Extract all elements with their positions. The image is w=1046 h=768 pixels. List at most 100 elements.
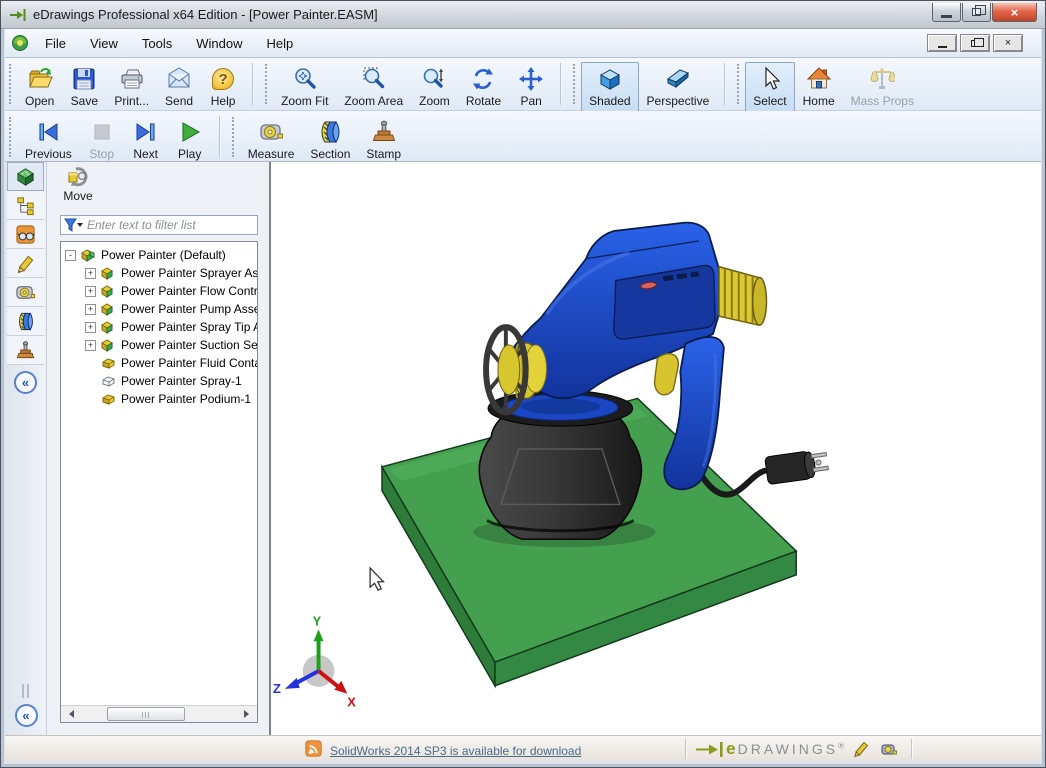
tab-find[interactable] bbox=[7, 220, 44, 249]
measure-button[interactable]: Measure bbox=[240, 115, 303, 165]
home-button[interactable]: Home bbox=[795, 62, 843, 112]
menu-view[interactable]: View bbox=[78, 32, 130, 55]
tree-item[interactable]: + Power Painter Sprayer Assemb bbox=[65, 264, 257, 282]
next-icon bbox=[133, 118, 159, 146]
tree-item-label: Power Painter Fluid Container-3 bbox=[121, 356, 257, 370]
tab-section[interactable] bbox=[7, 307, 44, 336]
filter-funnel-icon[interactable] bbox=[61, 218, 87, 232]
next-button[interactable]: Next bbox=[124, 115, 168, 165]
toolbar-grip[interactable] bbox=[9, 64, 15, 104]
title-bar[interactable]: eDrawings Professional x64 Edition - [Po… bbox=[1, 1, 1045, 29]
mdi-minimize-button[interactable] bbox=[927, 34, 957, 52]
move-icon bbox=[66, 164, 91, 189]
toolbar-grip[interactable] bbox=[265, 64, 271, 104]
print-button[interactable]: Print... bbox=[106, 62, 157, 112]
toolbar-grip[interactable] bbox=[232, 117, 238, 157]
previous-button[interactable]: Previous bbox=[17, 115, 80, 165]
shaded-button[interactable]: Shaded bbox=[581, 62, 638, 112]
section-button[interactable]: Section bbox=[302, 115, 358, 165]
save-icon bbox=[71, 65, 97, 93]
collapse-expander-icon[interactable]: - bbox=[65, 250, 76, 261]
update-link[interactable]: SolidWorks 2014 SP3 is available for dow… bbox=[330, 744, 581, 758]
open-label: Open bbox=[25, 94, 54, 108]
tab-tree[interactable] bbox=[7, 191, 44, 220]
tree-item[interactable]: + Power Painter Spray Tip Assem bbox=[65, 318, 257, 336]
assembly-icon bbox=[100, 302, 117, 316]
tree-item[interactable]: + Power Painter Pump Assembly- bbox=[65, 300, 257, 318]
scroll-right-icon[interactable] bbox=[240, 706, 257, 722]
move-button[interactable]: Move bbox=[52, 164, 104, 210]
expand-expander-icon[interactable]: + bbox=[85, 322, 96, 333]
tree-root[interactable]: - Power Painter (Default) bbox=[65, 246, 257, 264]
open-button[interactable]: Open bbox=[17, 62, 62, 112]
toolbar-grip[interactable] bbox=[737, 64, 743, 104]
strip-grip[interactable] bbox=[22, 684, 24, 698]
axis-x-label: X bbox=[347, 695, 356, 710]
save-button[interactable]: Save bbox=[62, 62, 106, 112]
menu-help[interactable]: Help bbox=[255, 32, 306, 55]
edrawings-logo-text: DRAWINGS® bbox=[738, 741, 847, 757]
pan-button[interactable]: Pan bbox=[509, 62, 553, 112]
expand-expander-icon[interactable]: + bbox=[85, 340, 96, 351]
zoom-fit-button[interactable]: Zoom Fit bbox=[273, 62, 336, 112]
tab-stamp[interactable] bbox=[7, 336, 44, 365]
help-button[interactable]: ? Help bbox=[201, 62, 245, 112]
zoom-area-icon bbox=[361, 65, 387, 93]
minimize-button[interactable] bbox=[932, 3, 961, 22]
tab-components[interactable] bbox=[7, 162, 44, 191]
tree-item-label: Power Painter Suction Set-1 bbox=[121, 338, 257, 352]
section-icon bbox=[317, 118, 343, 146]
viewport[interactable]: Y Z X bbox=[269, 162, 1041, 735]
scrollbar-thumb[interactable] bbox=[107, 707, 185, 721]
menu-tools[interactable]: Tools bbox=[130, 32, 184, 55]
stop-button[interactable]: Stop bbox=[80, 115, 124, 165]
menu-bar: File View Tools Window Help × bbox=[5, 29, 1041, 58]
tree-horizontal-scrollbar[interactable] bbox=[61, 705, 257, 722]
select-button[interactable]: Select bbox=[745, 62, 794, 112]
tree-item[interactable]: Power Painter Fluid Container-3 bbox=[65, 354, 257, 372]
close-button[interactable]: × bbox=[992, 3, 1037, 22]
model-flow-knob[interactable] bbox=[719, 267, 767, 325]
tab-measure[interactable] bbox=[7, 278, 44, 307]
mass-props-button[interactable]: Mass Props bbox=[843, 62, 922, 112]
mdi-minimize-icon bbox=[938, 46, 947, 48]
mdi-restore-button[interactable] bbox=[960, 34, 990, 52]
tree-item[interactable]: Power Painter Podium-1 bbox=[65, 390, 257, 408]
zoom-button[interactable]: Zoom bbox=[411, 62, 458, 112]
tree-item[interactable]: + Power Painter Flow Control Ass bbox=[65, 282, 257, 300]
toolbar-separator bbox=[219, 116, 221, 158]
maximize-button[interactable] bbox=[962, 3, 991, 22]
toolbar-grip[interactable] bbox=[573, 64, 579, 104]
zoom-area-button[interactable]: Zoom Area bbox=[336, 62, 411, 112]
section-icon bbox=[15, 311, 36, 332]
assembly-icon bbox=[100, 266, 117, 280]
menu-window[interactable]: Window bbox=[184, 32, 254, 55]
collapse-panel-button[interactable]: « bbox=[14, 371, 37, 394]
rotate-icon bbox=[470, 65, 496, 93]
model-3d[interactable]: Y Z X bbox=[271, 162, 1041, 735]
toolbar-grip[interactable] bbox=[9, 117, 15, 157]
tree-item[interactable]: Power Painter Spray-1 bbox=[65, 372, 257, 390]
print-label: Print... bbox=[114, 94, 149, 108]
close-icon: × bbox=[1011, 5, 1019, 20]
help-label: Help bbox=[211, 94, 236, 108]
play-button[interactable]: Play bbox=[168, 115, 212, 165]
collapse-panel-button-bottom[interactable]: « bbox=[15, 704, 38, 727]
perspective-button[interactable]: Perspective bbox=[639, 62, 718, 112]
filter-input[interactable] bbox=[87, 217, 257, 233]
scroll-left-icon[interactable] bbox=[61, 706, 78, 722]
tree-item[interactable]: + Power Painter Suction Set-1 bbox=[65, 336, 257, 354]
components-panel: Move - Power Painter (Default) + bbox=[48, 162, 265, 735]
tab-markup[interactable] bbox=[7, 249, 44, 278]
rotate-button[interactable]: Rotate bbox=[458, 62, 509, 112]
stamp-button[interactable]: Stamp bbox=[358, 115, 409, 165]
main-toolbar: Open Save Print... Send ? Help Zoom Fit … bbox=[5, 58, 1041, 111]
expand-expander-icon[interactable]: + bbox=[85, 268, 96, 279]
mdi-close-button[interactable]: × bbox=[993, 34, 1023, 52]
measure-tape-icon[interactable] bbox=[880, 740, 898, 758]
expand-expander-icon[interactable]: + bbox=[85, 286, 96, 297]
menu-file[interactable]: File bbox=[33, 32, 78, 55]
markup-pencil-icon[interactable] bbox=[852, 740, 870, 758]
send-button[interactable]: Send bbox=[157, 62, 201, 112]
expand-expander-icon[interactable]: + bbox=[85, 304, 96, 315]
